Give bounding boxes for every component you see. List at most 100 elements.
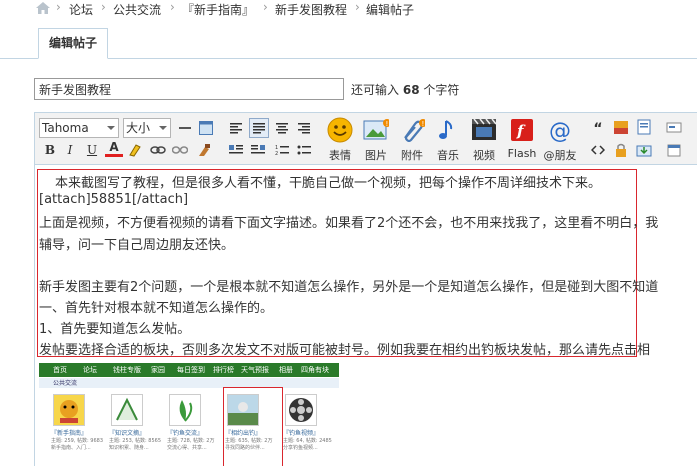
flash-icon: f xyxy=(509,117,535,143)
hint-prefix: 还可输入 xyxy=(351,83,400,97)
shot-nav-item: 钱柱专版 xyxy=(113,366,141,374)
bold-button[interactable]: B xyxy=(41,141,59,159)
content-line: 发帖要选择合适的板块，否则多次发文不对版可能被封号。例如我要在相约出钓板块发帖，… xyxy=(39,343,651,358)
content-line: 辅导，问一下自己周边朋友还快。 xyxy=(39,238,235,253)
editor-toolbar: Tahoma 大小 B I U A 1 2 表情 ! 图片 ! 附件 音乐 视频… xyxy=(35,113,697,165)
numbered-list-icon[interactable]: 12 xyxy=(273,141,291,159)
attachment-button[interactable]: ! 附件 xyxy=(395,117,429,163)
breadcrumb-forum[interactable]: 论坛 xyxy=(69,1,93,18)
quote-icon[interactable]: “ xyxy=(590,121,606,137)
hint-suffix: 个字符 xyxy=(423,83,460,97)
align-right-icon[interactable] xyxy=(295,119,313,137)
flash-button[interactable]: f Flash xyxy=(505,117,539,163)
content-line: [attach]58851[/attach] xyxy=(39,192,189,207)
smiley-icon xyxy=(327,117,353,143)
align-justify-icon[interactable] xyxy=(249,118,269,138)
download-icon[interactable] xyxy=(636,142,652,158)
text-color-button[interactable]: A xyxy=(105,140,123,157)
breadcrumb-separator: › xyxy=(263,0,268,14)
highlight-icon[interactable] xyxy=(127,141,145,159)
content-line: 新手发图主要有2个问题，一个是根本就不知道怎么操作，另外是一个是知道怎么操作，但… xyxy=(39,280,659,295)
shot-board-stats: 主题: 64, 帖数: 2485 xyxy=(283,438,332,444)
attachment-icon: ! xyxy=(399,117,425,143)
unlink-icon[interactable] xyxy=(171,141,189,159)
shot-section-header: 公共交流 xyxy=(39,378,339,388)
free-icon[interactable] xyxy=(613,119,629,135)
shot-board: 『钓鱼视频』 主题: 64, 帖数: 2485 分享钓鱼视频... xyxy=(283,394,333,456)
shot-board-thumb xyxy=(285,394,317,426)
shot-board-name: 『钓鱼视频』 xyxy=(283,430,320,437)
shot-nav-bar: 首页 论坛 钱柱专版 家园 每日签到 排行榜 天气预报 相册 四角有块 xyxy=(39,363,339,377)
underline-button[interactable]: U xyxy=(83,141,101,159)
font-family-value: Tahoma xyxy=(42,121,89,135)
shot-board-stats: 主题: 259, 帖数: 9683 xyxy=(51,438,103,444)
shot-nav-item: 四角有块 xyxy=(301,366,329,374)
breadcrumb-current: 编辑帖子 xyxy=(366,3,415,17)
shot-board-name: 『知识文摘』 xyxy=(109,430,146,437)
shot-board: 『钓鱼交流』 主题: 728, 帖数: 2万 交流心得、共享... xyxy=(167,394,217,456)
video-label: 视频 xyxy=(473,149,495,162)
tab-bar: 编辑帖子 xyxy=(0,28,697,59)
breadcrumb-public-exchange[interactable]: 公共交流 xyxy=(113,1,161,18)
content-line: 本来截图写了教程，但是很多人看不懂，干脆自己做一个视频，把每个操作不周详细技术下… xyxy=(55,176,602,191)
clear-format-icon[interactable] xyxy=(195,141,213,159)
password-icon[interactable] xyxy=(666,119,682,135)
attachment-label: 附件 xyxy=(401,149,423,162)
image-button[interactable]: ! 图片 xyxy=(359,117,393,163)
shot-highlight-box xyxy=(223,387,283,466)
music-icon xyxy=(435,117,461,143)
music-button[interactable]: 音乐 xyxy=(431,117,465,163)
tab-edit-post[interactable]: 编辑帖子 xyxy=(38,28,109,59)
breadcrumb: › 论坛 › 公共交流 › 『新手指南』 › 新手发图教程 › 编辑帖子 xyxy=(0,0,697,18)
chevron-down-icon xyxy=(159,126,167,130)
flash-label: Flash xyxy=(507,147,537,160)
content-line: 1、首先要知道怎么发帖。 xyxy=(39,322,191,337)
calendar-icon[interactable] xyxy=(666,142,682,158)
shot-board-thumb xyxy=(111,394,143,426)
float-right-icon[interactable] xyxy=(249,141,267,159)
float-left-icon[interactable] xyxy=(227,141,245,159)
shot-board-name: 『新手指南』 xyxy=(51,430,88,437)
code-icon[interactable] xyxy=(590,142,606,158)
post-editor: Tahoma 大小 B I U A 1 2 表情 ! 图片 ! 附件 音乐 视频… xyxy=(34,112,697,466)
mention-label: @朋友 xyxy=(543,149,577,162)
shot-board-name: 『钓鱼交流』 xyxy=(167,430,204,437)
font-family-select[interactable]: Tahoma xyxy=(39,118,119,138)
breadcrumb-separator: › xyxy=(170,0,175,14)
page-icon[interactable] xyxy=(636,119,652,135)
mention-button[interactable]: @ @朋友 xyxy=(543,117,577,163)
lock-icon[interactable] xyxy=(613,142,629,158)
emoticon-label: 表情 xyxy=(329,149,351,162)
horizontal-rule-icon[interactable] xyxy=(176,119,194,137)
italic-button[interactable]: I xyxy=(61,141,79,159)
shot-board-last: 分享钓鱼视频... xyxy=(283,445,318,451)
font-size-value: 大小 xyxy=(126,121,151,135)
home-icon[interactable] xyxy=(36,2,50,14)
subject-input[interactable] xyxy=(34,78,344,100)
editor-content[interactable]: 本来截图写了教程，但是很多人看不懂，干脆自己做一个视频，把每个操作不周详细技术下… xyxy=(35,165,697,466)
svg-text:2: 2 xyxy=(275,151,278,156)
link-icon[interactable] xyxy=(149,141,167,159)
shot-nav-item: 每日签到 xyxy=(177,366,205,374)
breadcrumb-separator: › xyxy=(56,0,61,14)
bullet-list-icon[interactable] xyxy=(295,141,313,159)
video-button[interactable]: 视频 xyxy=(467,117,501,163)
shot-board-last: 知识积累、随身... xyxy=(109,445,149,451)
align-left-icon[interactable] xyxy=(227,119,245,137)
shot-board-thumb xyxy=(169,394,201,426)
shot-nav-item: 家园 xyxy=(151,366,165,374)
shot-nav-item: 相册 xyxy=(279,366,293,374)
shot-section-title: 公共交流 xyxy=(53,380,78,387)
breadcrumb-thread[interactable]: 新手发图教程 xyxy=(275,1,347,18)
chevron-down-icon xyxy=(107,126,115,130)
shot-board: 『知识文摘』 主题: 253, 帖数: 8565 知识积累、随身... xyxy=(109,394,161,456)
align-center-icon[interactable] xyxy=(273,119,291,137)
hint-count: 68 xyxy=(402,83,420,97)
breadcrumb-separator: › xyxy=(355,0,360,14)
svg-text:!: ! xyxy=(386,120,389,128)
emoticon-button[interactable]: 表情 xyxy=(323,117,357,163)
breadcrumb-newbie-guide[interactable]: 『新手指南』 xyxy=(182,1,254,18)
table-icon[interactable] xyxy=(197,119,215,137)
shot-nav-item: 排行榜 xyxy=(213,366,234,374)
font-size-select[interactable]: 大小 xyxy=(123,118,171,138)
